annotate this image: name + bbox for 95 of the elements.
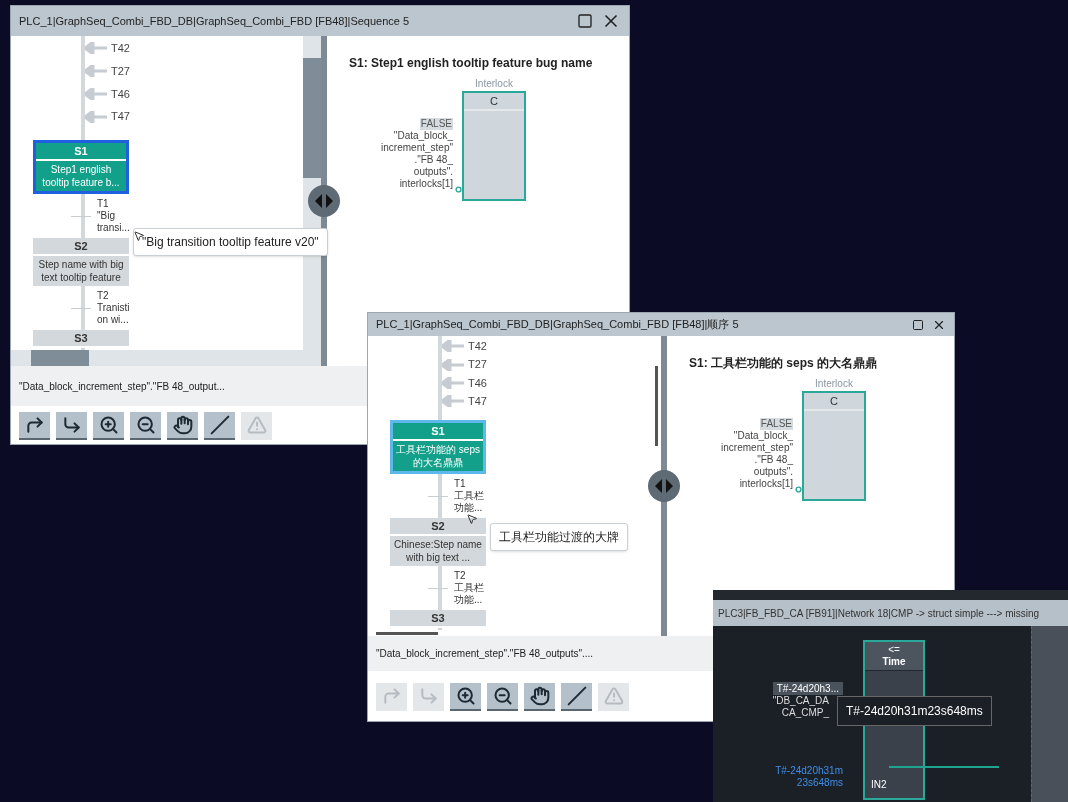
arrow-down-right-icon	[418, 686, 439, 706]
toolbar-button[interactable]	[56, 412, 87, 440]
negation-pin-icon	[795, 486, 802, 493]
maximize-icon[interactable]	[577, 13, 593, 29]
transition-label[interactable]: 工具栏功能...	[454, 582, 491, 606]
transition-number[interactable]: T2	[454, 570, 491, 582]
tooltip: T#-24d20h31m23s648ms	[837, 696, 992, 726]
zoom-in-icon	[455, 686, 476, 706]
arrow-up-right-icon	[381, 686, 402, 706]
arrow-down-right-icon	[61, 415, 82, 435]
jump-label[interactable]: T27	[468, 356, 487, 373]
toolbar-button[interactable]	[487, 683, 518, 711]
step-box[interactable]: S3	[390, 610, 486, 628]
arrow-left-icon	[85, 87, 107, 100]
step-name: 工具栏功能的 seps 的大名鼎鼎	[395, 443, 481, 470]
horizontal-scrollbar[interactable]	[11, 350, 321, 366]
block-type: Time	[882, 655, 906, 668]
jump-label[interactable]: T47	[111, 108, 130, 125]
block-label: C	[804, 393, 864, 411]
operand-text: CA_CMP_	[781, 707, 829, 719]
zoom-out-icon	[492, 686, 513, 706]
step-number: S1	[36, 143, 126, 161]
arrow-left-icon	[442, 395, 464, 408]
operand-value: FALSE	[419, 118, 453, 130]
step-box[interactable]: S2 Step name with big text tooltip feature	[33, 238, 129, 286]
jump-label[interactable]: T42	[468, 337, 487, 355]
jump-label[interactable]: T27	[111, 62, 130, 80]
interlock-block[interactable]: C	[462, 91, 526, 201]
splitter-handle-icon[interactable]	[307, 184, 341, 218]
transition-label[interactable]: Tranisti on wi...	[97, 302, 134, 326]
arrow-left-icon	[85, 65, 107, 78]
slash-icon	[209, 415, 230, 435]
detail-title: S1: Step1 english tooltip feature bug name	[349, 55, 594, 72]
toolbar-button[interactable]	[524, 683, 555, 711]
jump-label[interactable]: T46	[111, 85, 130, 103]
interlock-block[interactable]: C	[802, 391, 866, 501]
arrow-left-icon	[442, 376, 464, 389]
arrow-left-icon	[442, 358, 464, 371]
hand-icon	[172, 415, 193, 435]
operand-value: FALSE	[759, 418, 793, 430]
step-number: S2	[33, 238, 129, 256]
zoom-out-icon	[135, 415, 156, 435]
transition-label[interactable]: 工具栏功能...	[454, 490, 491, 514]
transition-number[interactable]: T1	[454, 478, 491, 490]
status-text: "Data_block_increment_step"."FB 48_output...	[19, 379, 225, 394]
arrow-up-right-icon	[24, 415, 45, 435]
step-name: Step1 english tooltip feature b...	[41, 163, 121, 190]
step-name: Step name with big text tooltip feature	[37, 258, 125, 285]
zoom-in-icon	[98, 415, 119, 435]
toolbar-button[interactable]	[130, 412, 161, 440]
toolbar-button[interactable]	[19, 412, 50, 440]
hand-icon	[529, 686, 550, 706]
toolbar-button[interactable]	[167, 412, 198, 440]
tooltip: "Big transition tooltip feature v20"	[133, 228, 328, 256]
window-title: PLC3|FB_FBD_CA [FB91]|Network 18|CMP -> struct simple ---> missing	[718, 606, 1040, 621]
jump-label[interactable]: T46	[468, 374, 487, 392]
arrow-left-icon	[442, 340, 464, 353]
block-caption: Interlock	[815, 377, 853, 391]
block-label: C	[464, 93, 524, 111]
splitter-handle-icon[interactable]	[647, 469, 681, 503]
step-box[interactable]: S2 Chinese:Step name with big text ...	[390, 518, 486, 566]
window-title: PLC_1|GraphSeq_Combi_FBD_DB|GraphSeq_Combi_FBD [FB48]|Sequence 5	[19, 13, 410, 29]
operand-text: "DB_CA_DA	[772, 695, 829, 707]
step-name: Chinese:Step name with big text ...	[393, 538, 483, 565]
operand-text: T#-24d20h31m 23s648ms	[775, 765, 843, 789]
arrow-left-icon	[85, 110, 107, 123]
block-operator: <=	[888, 644, 900, 655]
warning-icon	[246, 415, 267, 435]
step-box[interactable]: S3	[33, 330, 129, 348]
jump-label[interactable]: T47	[468, 393, 487, 410]
transition-label[interactable]: "Big transi...	[97, 210, 134, 234]
status-text: "Data_block_increment_step"."FB 48_outputs"....	[376, 647, 594, 661]
operand-text: "Data_block_ increment_step" ."FB 48_ outputs". interlocks[1]	[381, 130, 453, 190]
jump-label[interactable]: T42	[111, 40, 130, 57]
pin-label: IN2	[870, 778, 888, 792]
transition-number[interactable]: T1	[97, 198, 134, 210]
window-title: PLC_1|GraphSeq_Combi_FBD_DB|GraphSeq_Combi_FBD [FB48]|顺序 5	[376, 317, 739, 333]
step-number: S2	[390, 518, 486, 536]
slash-icon	[566, 686, 587, 706]
negation-pin-icon	[455, 186, 462, 193]
toolbar-button[interactable]	[450, 683, 481, 711]
step-number: S1	[393, 423, 483, 441]
operand-text: "Data_block_ increment_step" ."FB 48_ outputs". interlocks[1]	[721, 430, 793, 490]
transition-number[interactable]: T2	[97, 290, 134, 302]
arrow-left-icon	[85, 42, 107, 55]
detail-title: S1: 工具栏功能的 seps 的大名鼎鼎	[689, 355, 879, 372]
toolbar-button[interactable]	[93, 412, 124, 440]
cursor-icon	[466, 513, 478, 525]
toolbar-button[interactable]	[561, 683, 592, 711]
warning-icon	[603, 686, 624, 706]
maximize-icon[interactable]	[912, 318, 924, 331]
operand-value: T#-24d20h3...	[772, 682, 843, 695]
tooltip: 工具栏功能过渡的大牌	[490, 523, 628, 551]
block-caption: Interlock	[475, 77, 513, 91]
toolbar-button[interactable]	[204, 412, 235, 440]
